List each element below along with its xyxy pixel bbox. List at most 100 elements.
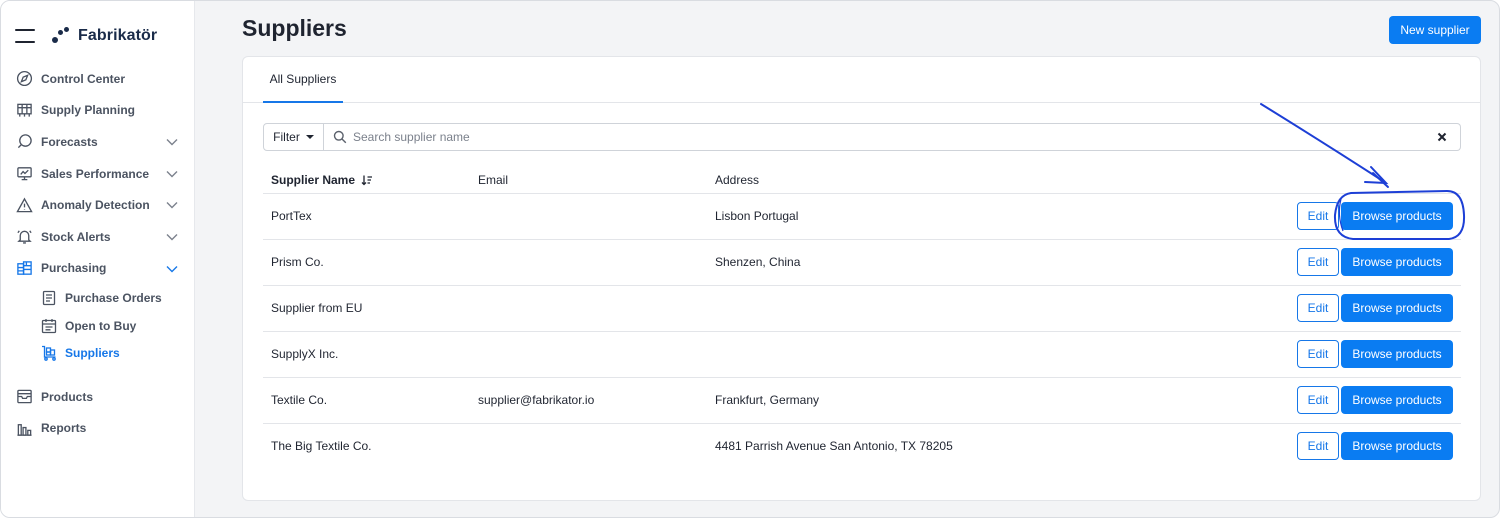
browse-products-button[interactable]: Browse products	[1341, 294, 1453, 322]
new-supplier-button[interactable]: New supplier	[1389, 16, 1481, 44]
edit-button[interactable]: Edit	[1297, 340, 1339, 368]
tab-bar: All Suppliers	[243, 57, 1480, 103]
logo-icon	[52, 27, 70, 45]
search-input[interactable]	[353, 130, 1460, 144]
edit-button[interactable]: Edit	[1297, 294, 1339, 322]
table-row: PortTex Lisbon Portugal Edit Browse product…	[263, 193, 1461, 240]
search-box	[324, 123, 1461, 151]
sidebar-item-label: Sales Performance	[41, 166, 150, 181]
table-header-row: Supplier Name Email Address	[263, 167, 1461, 194]
supplier-email-cell	[470, 331, 707, 378]
column-header-actions	[1227, 167, 1461, 194]
page-title: Suppliers	[242, 15, 347, 41]
sidebar-item-control-center[interactable]: Control Center	[1, 63, 195, 95]
supplier-email-cell	[470, 193, 707, 240]
chevron-up-icon[interactable]	[165, 262, 179, 276]
table-row: Textile Co. supplier@fabrikator.io Frankfu…	[263, 377, 1461, 424]
row-actions: Edit Browse products	[1227, 423, 1461, 469]
sidebar-subitem-suppliers[interactable]: Suppliers	[1, 339, 195, 367]
sidebar-nav: Control Center Supply Planning Forecasts	[1, 63, 195, 444]
chevron-down-icon[interactable]	[165, 135, 179, 149]
sidebar-item-label: Control Center	[41, 71, 125, 86]
row-actions: Edit Browse products	[1227, 239, 1461, 286]
brand: Fabrikatör	[15, 25, 157, 47]
sidebar-item-supply-planning[interactable]: Supply Planning	[1, 95, 195, 127]
browse-products-button[interactable]: Browse products	[1341, 386, 1453, 414]
filter-dropdown[interactable]: Filter	[263, 123, 324, 151]
supplier-name-cell: Prism Co.	[263, 239, 470, 286]
chevron-down-icon[interactable]	[165, 230, 179, 244]
tab-all-suppliers[interactable]: All Suppliers	[263, 57, 343, 103]
inbox-icon	[15, 388, 33, 406]
row-actions: Edit Browse products	[1227, 193, 1461, 240]
supplier-address-cell	[707, 331, 1227, 378]
table-row: SupplyX Inc. Edit Browse products	[263, 331, 1461, 378]
suppliers-card: All Suppliers Filter Supplier Name	[242, 56, 1481, 501]
supplier-name-cell: Supplier from EU	[263, 285, 470, 332]
menu-icon[interactable]	[15, 29, 35, 43]
supplier-address-cell: 4481 Parrish Avenue San Antonio, TX 7820…	[715, 439, 953, 454]
sidebar-item-purchasing[interactable]: Purchasing	[1, 253, 195, 285]
supplier-email-cell	[470, 239, 707, 286]
sidebar-item-anomaly-detection[interactable]: Anomaly Detection	[1, 189, 195, 221]
filter-bar: Filter	[263, 123, 1461, 151]
close-icon[interactable]	[1436, 131, 1448, 143]
edit-button[interactable]: Edit	[1297, 202, 1339, 230]
supplier-name-cell: SupplyX Inc.	[263, 331, 470, 378]
sidebar-item-label: Forecasts	[41, 134, 98, 149]
sidebar-item-products[interactable]: Products	[1, 381, 195, 413]
table-row: Supplier from EU Edit Browse products	[263, 285, 1461, 332]
browse-products-button[interactable]: Browse products	[1341, 202, 1453, 230]
sidebar-subitem-label: Purchase Orders	[65, 290, 162, 305]
sidebar-item-label: Stock Alerts	[41, 229, 111, 244]
cart-icon	[40, 344, 58, 362]
suppliers-table: Supplier Name Email Address PortTex Lisbo…	[263, 167, 1461, 469]
supplier-name-cell: Textile Co.	[263, 377, 470, 424]
search-icon	[333, 130, 347, 144]
filter-label: Filter	[273, 130, 300, 144]
caret-down-icon	[305, 135, 314, 139]
column-header-supplier-name[interactable]: Supplier Name	[263, 167, 470, 194]
supplier-address-cell	[707, 285, 1227, 332]
supplier-email-cell	[470, 285, 707, 332]
chevron-down-icon[interactable]	[165, 198, 179, 212]
sidebar-subitem-purchase-orders[interactable]: Purchase Orders	[1, 284, 195, 312]
sidebar-item-label: Products	[41, 389, 94, 404]
edit-button[interactable]: Edit	[1297, 386, 1339, 414]
supplier-name-cell: PortTex	[263, 193, 470, 240]
sidebar-item-label: Supply Planning	[41, 103, 136, 118]
document-icon	[40, 289, 58, 307]
compass-icon	[15, 70, 33, 88]
supplier-address-cell: Lisbon Portugal	[707, 193, 1227, 240]
browse-products-button[interactable]: Browse products	[1341, 432, 1453, 461]
browse-products-button[interactable]: Browse products	[1341, 248, 1453, 276]
sort-icon[interactable]	[361, 174, 373, 186]
row-actions: Edit Browse products	[1227, 285, 1461, 332]
sidebar: Fabrikatör Control Center Supply Plannin…	[1, 1, 195, 517]
sidebar-item-forecasts[interactable]: Forecasts	[1, 126, 195, 158]
brand-name: Fabrikatör	[78, 27, 158, 44]
row-actions: Edit Browse products	[1227, 331, 1461, 378]
table-row: Prism Co. Shenzen, China Edit Browse produc…	[263, 239, 1461, 286]
sidebar-item-stock-alerts[interactable]: Stock Alerts	[1, 221, 195, 253]
browse-products-button[interactable]: Browse products	[1341, 340, 1453, 368]
supplier-email-cell	[470, 423, 707, 469]
warning-icon	[15, 196, 33, 214]
supplier-email-cell: supplier@fabrikator.io	[470, 377, 707, 424]
grid-icon	[15, 101, 33, 119]
sidebar-item-label: Anomaly Detection	[41, 198, 150, 213]
edit-button[interactable]: Edit	[1297, 248, 1339, 276]
sidebar-item-reports[interactable]: Reports	[1, 413, 195, 445]
bell-icon	[15, 228, 33, 246]
sidebar-item-label: Reports	[41, 421, 87, 436]
app-window: Fabrikatör Control Center Supply Plannin…	[0, 0, 1500, 518]
supplier-name-cell: The Big Textile Co.	[271, 439, 372, 454]
sidebar-subitem-label: Suppliers	[65, 346, 120, 361]
sidebar-item-sales-performance[interactable]: Sales Performance	[1, 158, 195, 190]
edit-button[interactable]: Edit	[1297, 432, 1339, 461]
table-row: The Big Textile Co. 4481 Parrish Avenue S…	[263, 423, 1461, 469]
bar-chart-icon	[15, 419, 33, 437]
column-header-address: Address	[707, 167, 1227, 194]
sidebar-subitem-open-to-buy[interactable]: Open to Buy	[1, 312, 195, 340]
chevron-down-icon[interactable]	[165, 167, 179, 181]
